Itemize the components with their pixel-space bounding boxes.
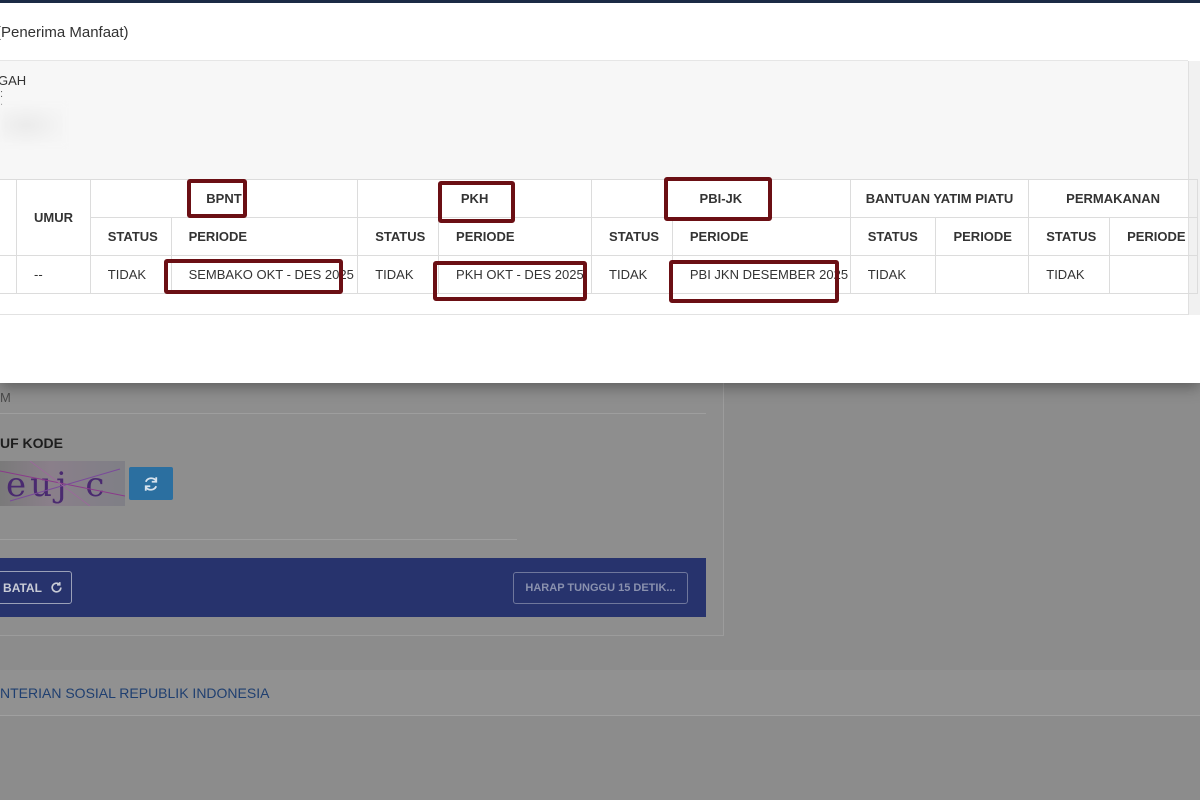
umur-cell: --: [16, 255, 91, 294]
permakanan-status-cell: TIDAK: [1028, 255, 1111, 294]
pkh-periode-cell: PKH OKT - DES 2025: [438, 255, 593, 294]
pkh-status-cell: TIDAK: [357, 255, 440, 294]
modal-top-border: [0, 0, 1200, 3]
bpnt-periode-cell: SEMBAKO OKT - DES 2025: [170, 255, 359, 294]
permakanan-periode-cell: [1109, 255, 1198, 294]
refresh-icon: [144, 476, 158, 491]
umur-header: UMUR: [16, 179, 91, 256]
periode-header: PERIODE: [1109, 217, 1198, 256]
periode-header: PERIODE: [671, 217, 851, 256]
yatim-piatu-periode-cell: [935, 255, 1030, 294]
bpnt-status-cell: TIDAK: [89, 255, 172, 294]
periode-header: PERIODE: [438, 217, 593, 256]
cancel-button[interactable]: BATAL: [0, 571, 72, 604]
status-header: STATUS: [357, 217, 440, 256]
group-header-permakanan: PERMAKANAN: [1028, 179, 1198, 218]
table-subheader-row: STATUS PERIODE STATUS PERIODE STATUS PER…: [0, 217, 1198, 256]
pbi-jk-periode-cell: PBI JKN DESEMBER 2025: [671, 255, 851, 294]
status-header: STATUS: [1028, 217, 1111, 256]
form-note: M: [0, 390, 11, 405]
divider: [0, 413, 706, 414]
periode-header: PERIODE: [935, 217, 1030, 256]
status-header: STATUS: [89, 217, 172, 256]
group-header-bpnt: BPNT: [89, 179, 359, 218]
table-header-row: UMUR BPNT PKH PBI-JK BANTUAN YATIM PIATU…: [0, 179, 1198, 256]
captcha-noise: [0, 461, 125, 506]
submit-wait-button[interactable]: HARAP TUNGGU 15 DETIK...: [513, 572, 688, 604]
captcha-refresh-button[interactable]: [129, 467, 173, 500]
divider: [0, 539, 517, 540]
pbi-jk-status-cell: TIDAK: [591, 255, 673, 294]
footer-link[interactable]: NTERIAN SOSIAL REPUBLIK INDONESIA: [0, 685, 269, 701]
group-header-yatim-piatu: BANTUAN YATIM PIATU: [849, 179, 1030, 218]
redacted-info: [0, 104, 66, 146]
status-header: STATUS: [849, 217, 937, 256]
yatim-piatu-status-cell: TIDAK: [849, 255, 937, 294]
status-header: STATUS: [591, 217, 673, 256]
table-row: -- TIDAK SEMBAKO OKT - DES 2025 TIDAK PK…: [0, 255, 1198, 294]
modal-title: (Penerima Manfaat): [0, 24, 129, 41]
group-header-pkh: PKH: [357, 179, 593, 218]
reset-icon: [51, 582, 62, 593]
captcha-label: UF KODE: [0, 435, 63, 451]
table-cell: [0, 255, 17, 294]
benefits-table: UMUR BPNT PKH PBI-JK BANTUAN YATIM PIATU…: [0, 179, 1198, 294]
periode-header: PERIODE: [170, 217, 359, 256]
empty-header: [0, 179, 17, 256]
group-header-pbi-jk: PBI-JK: [591, 179, 851, 218]
captcha-image: euj c: [0, 461, 125, 506]
cancel-label: BATAL: [3, 580, 42, 595]
beneficiary-info-area: [0, 61, 1188, 180]
beneficiary-name-fragment: GAH: [0, 73, 27, 88]
